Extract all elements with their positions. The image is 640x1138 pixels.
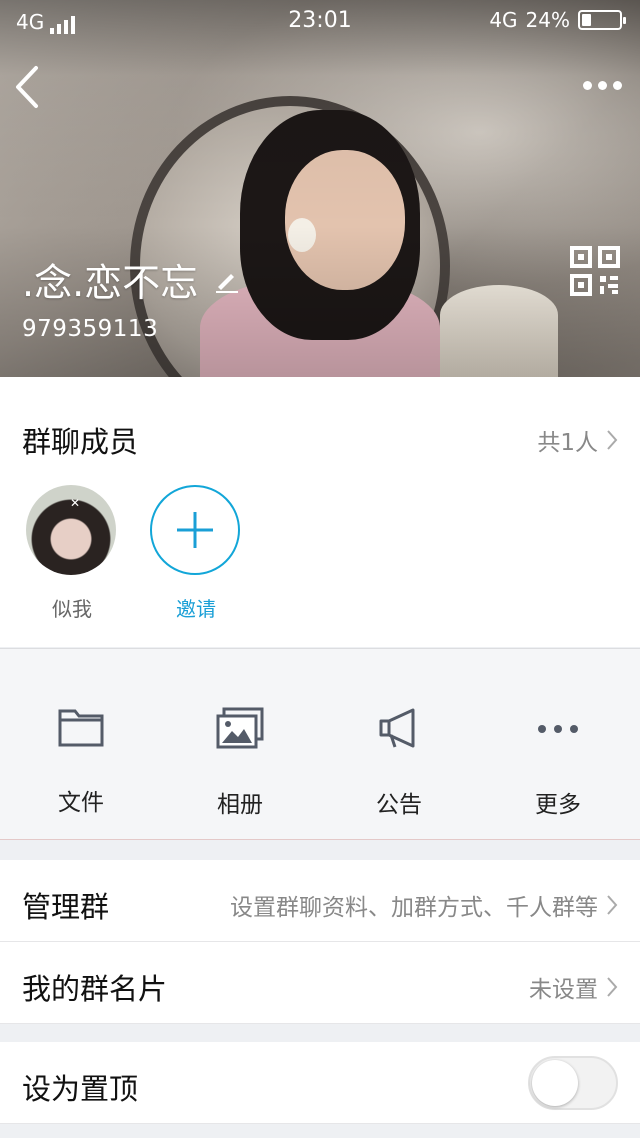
invite-circle <box>150 485 240 575</box>
more-button[interactable]: 更多 <box>498 707 618 819</box>
group-name-row[interactable]: .念.恋不忘 <box>22 252 240 307</box>
dot-icon <box>612 80 622 90</box>
chevron-right-icon <box>607 977 618 997</box>
network-type-right: 4G <box>489 8 518 32</box>
more-dots-icon <box>538 725 578 733</box>
members-section: 群聊成员 共1人 ✕ 似我 邀请 <box>0 377 640 647</box>
qr-code-icon <box>570 246 620 296</box>
pin-top-toggle[interactable] <box>528 1056 618 1110</box>
toggle-knob <box>532 1060 578 1106</box>
avatar-star-icon: ✕ <box>70 496 80 510</box>
member-item[interactable]: ✕ 似我 <box>26 485 118 622</box>
more-options-button[interactable] <box>580 70 624 100</box>
group-card-label: 我的群名片 <box>22 972 168 1006</box>
announcement-button[interactable]: 公告 <box>339 707 459 819</box>
folder-icon <box>58 709 104 747</box>
announcement-label: 公告 <box>376 792 422 818</box>
members-title: 群聊成员 <box>22 425 139 459</box>
group-card-row[interactable]: 我的群名片 未设置 <box>0 942 640 1024</box>
chevron-right-icon <box>607 895 618 915</box>
manage-group-row[interactable]: 管理群 设置群聊资料、加群方式、千人群等 <box>0 860 640 942</box>
album-label: 相册 <box>217 792 263 818</box>
battery-icon <box>578 10 626 30</box>
members-count-link[interactable]: 共1人 <box>537 423 618 457</box>
battery-percent: 24% <box>525 8 570 32</box>
status-bar: 4G 23:01 4G 24% <box>0 0 640 40</box>
group-id: 979359113 <box>22 316 159 342</box>
album-icon <box>216 707 264 749</box>
group-name: .念.恋不忘 <box>22 261 199 305</box>
group-card-value: 未设置 <box>529 977 598 1003</box>
members-count: 共1人 <box>537 430 598 456</box>
member-name: 似我 <box>52 597 92 621</box>
back-arrow-icon <box>16 66 38 108</box>
dot-icon <box>597 80 607 90</box>
invite-button[interactable]: 邀请 <box>150 485 242 622</box>
invite-label: 邀请 <box>176 597 216 621</box>
tools-section: 文件 相册 公告 更多 <box>0 648 640 840</box>
files-label: 文件 <box>58 790 104 816</box>
dot-icon <box>582 80 592 90</box>
edit-pencil-icon[interactable] <box>214 267 240 293</box>
manage-group-label: 管理群 <box>22 890 110 924</box>
album-button[interactable]: 相册 <box>180 707 300 819</box>
more-label: 更多 <box>535 792 581 818</box>
chevron-right-icon <box>607 430 618 450</box>
svg-text:✕: ✕ <box>70 496 80 510</box>
back-button[interactable] <box>10 62 50 112</box>
files-button[interactable]: 文件 <box>21 707 141 817</box>
member-avatar: ✕ <box>26 485 116 575</box>
pin-top-row: 设为置顶 <box>0 1042 640 1124</box>
qr-code-button[interactable] <box>568 244 622 298</box>
manage-group-hint: 设置群聊资料、加群方式、千人群等 <box>230 895 598 921</box>
plus-icon <box>177 512 213 548</box>
pin-top-label: 设为置顶 <box>22 1072 139 1106</box>
megaphone-icon <box>379 708 415 748</box>
